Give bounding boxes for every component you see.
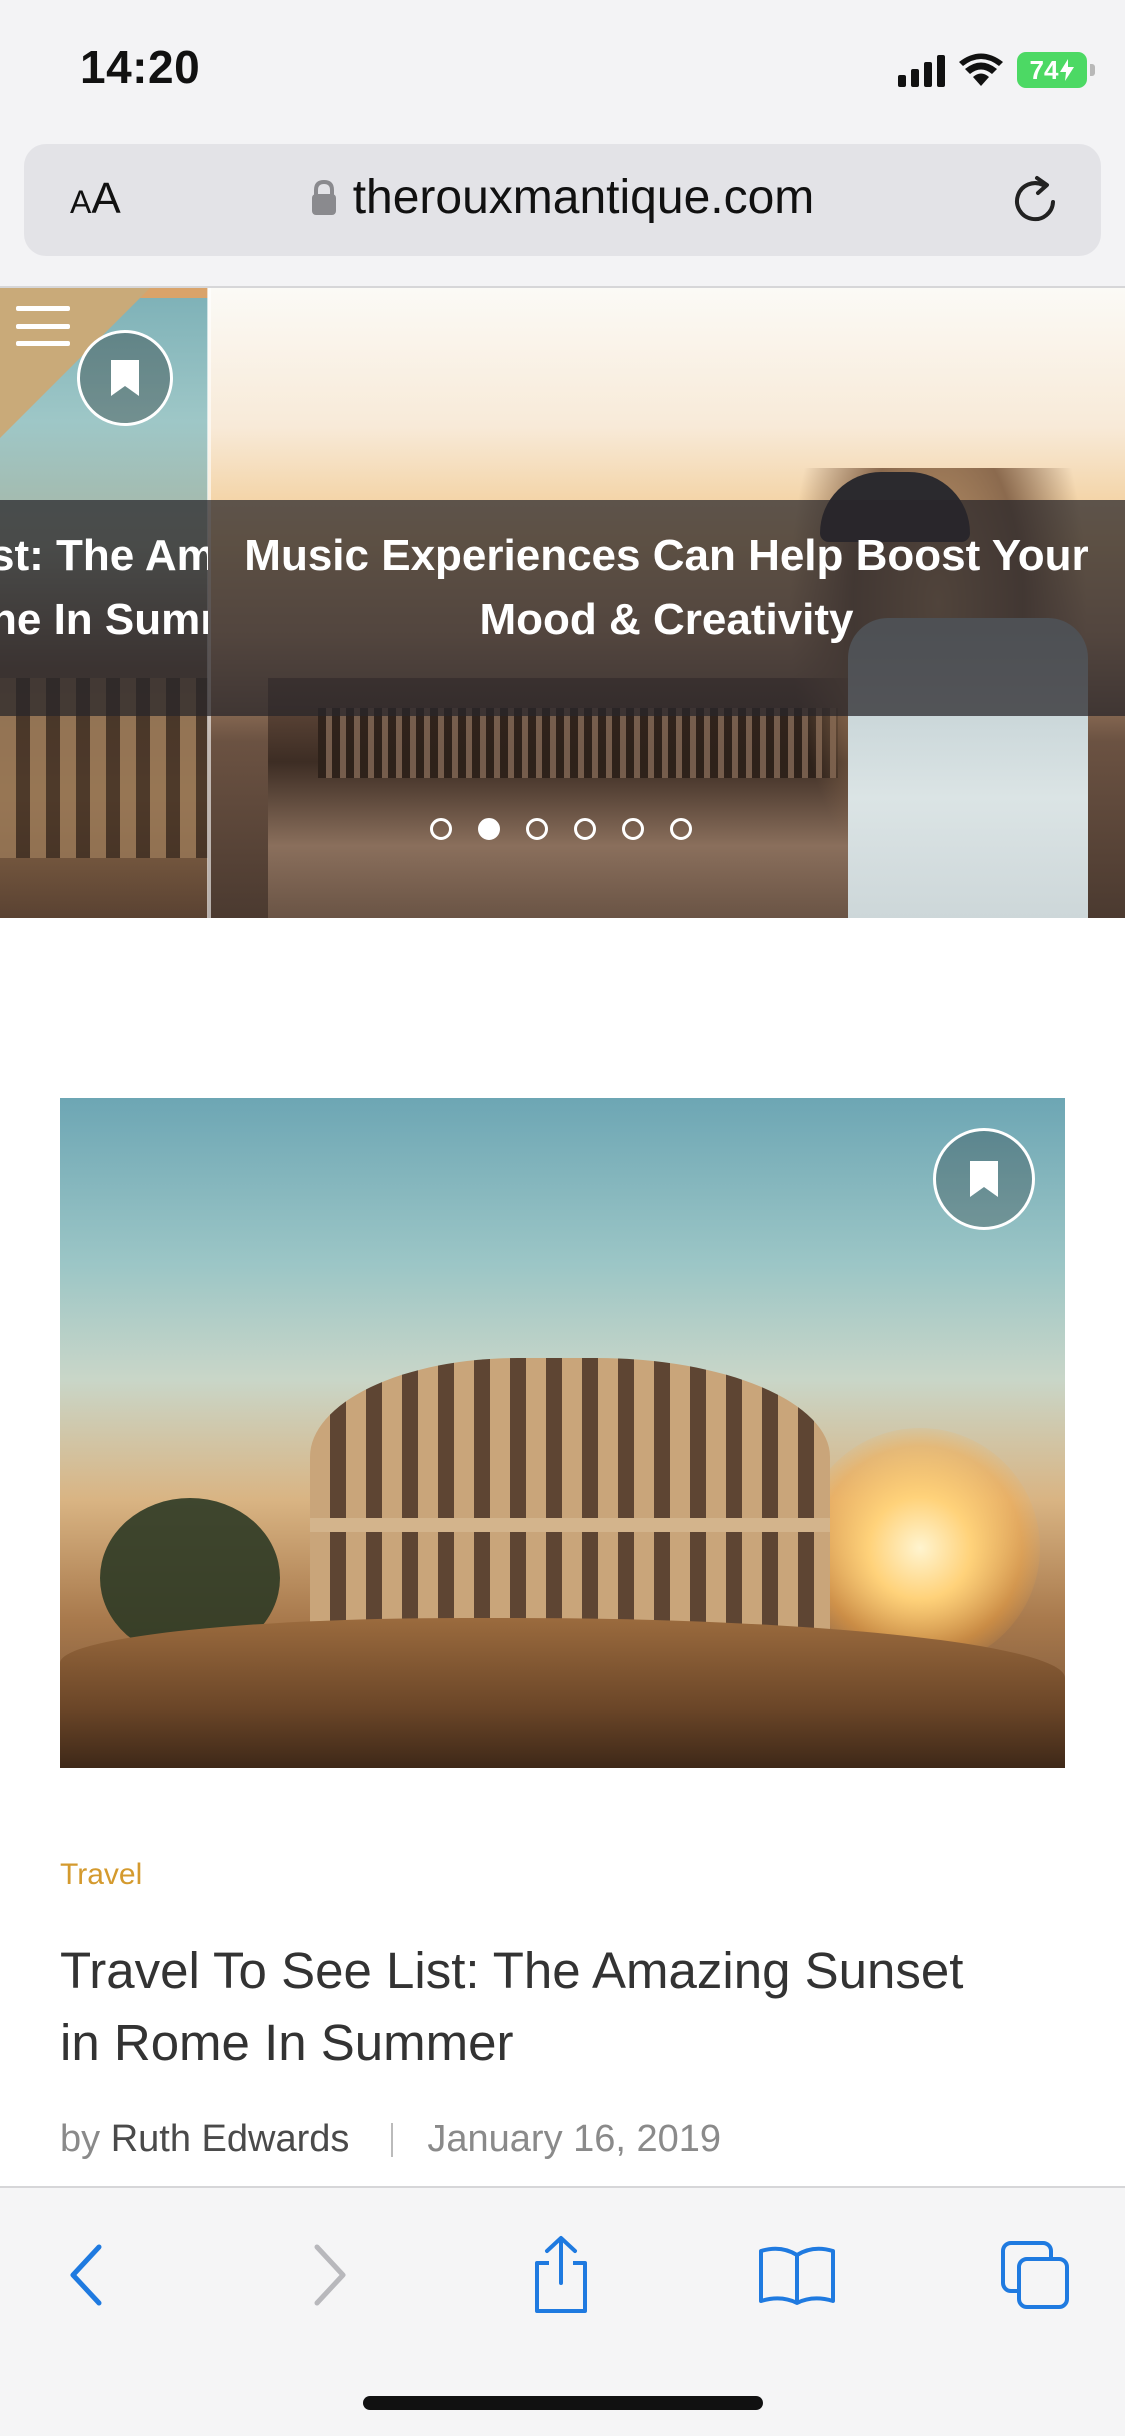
bookmark-icon xyxy=(970,1161,998,1197)
slider-dot-2-active[interactable] xyxy=(478,818,500,840)
home-indicator[interactable] xyxy=(363,2396,763,2410)
article-title[interactable]: Travel To See List: The Amazing Sunset i… xyxy=(60,1935,1060,2079)
slider-dot-6[interactable] xyxy=(670,818,692,840)
slider-dot-1[interactable] xyxy=(430,818,452,840)
bookmarks-button[interactable] xyxy=(752,2230,842,2320)
tabs-icon xyxy=(1001,2241,1069,2309)
previous-slide-caption[interactable]: st: The Am ne In Sumr xyxy=(0,524,208,652)
slide-caption[interactable]: Music Experiences Can Help Boost Your Mo… xyxy=(208,524,1125,652)
status-icons: 74 xyxy=(898,48,1095,92)
book-icon xyxy=(759,2246,835,2305)
article-byline: by Ruth Edwards January 16, 2019 xyxy=(60,2118,721,2161)
browser-address-area: AA therouxmantique.com xyxy=(0,140,1125,288)
hamburger-icon[interactable] xyxy=(16,306,70,346)
url-text: therouxmantique.com xyxy=(352,171,815,224)
slider-dot-4[interactable] xyxy=(574,818,596,840)
slider-dot-5[interactable] xyxy=(622,818,644,840)
status-time: 14:20 xyxy=(80,41,201,93)
battery-level: 74 xyxy=(1029,54,1059,85)
chevron-left-icon xyxy=(70,2244,102,2306)
slider-dot-3[interactable] xyxy=(526,818,548,840)
hero-slider[interactable]: st: The Am ne In Sumr Music Experiences … xyxy=(0,288,1125,918)
address-bar[interactable]: AA therouxmantique.com xyxy=(24,144,1101,256)
cellular-signal-icon xyxy=(898,53,945,87)
chevron-right-icon xyxy=(314,2244,346,2306)
url-display[interactable]: therouxmantique.com xyxy=(24,170,1101,225)
wifi-icon xyxy=(959,53,1003,86)
share-button[interactable] xyxy=(516,2230,606,2320)
battery-icon: 74 xyxy=(1017,52,1095,88)
charging-bolt-icon xyxy=(1060,59,1075,81)
lock-icon xyxy=(311,179,336,215)
tabs-button[interactable] xyxy=(990,2230,1080,2320)
article-featured-image[interactable] xyxy=(60,1098,1065,1768)
share-icon xyxy=(535,2236,587,2313)
status-bar: 14:20 74 xyxy=(0,0,1125,140)
forward-button[interactable] xyxy=(284,2230,374,2320)
by-label: by xyxy=(60,2118,101,2160)
article-category-link[interactable]: Travel xyxy=(60,1858,142,1892)
slider-pagination xyxy=(430,818,692,840)
byline-separator xyxy=(391,2122,394,2157)
bookmark-icon xyxy=(111,360,139,396)
hero-bookmark-button[interactable] xyxy=(77,330,173,426)
back-button[interactable] xyxy=(42,2230,132,2320)
reload-icon[interactable] xyxy=(1007,172,1065,230)
author-link[interactable]: Ruth Edwards xyxy=(111,2118,350,2161)
screen: 14:20 74 AA therouxmantique.com st: The … xyxy=(0,0,1125,2436)
article-date: January 16, 2019 xyxy=(427,2118,722,2160)
article-bookmark-button[interactable] xyxy=(933,1128,1035,1230)
